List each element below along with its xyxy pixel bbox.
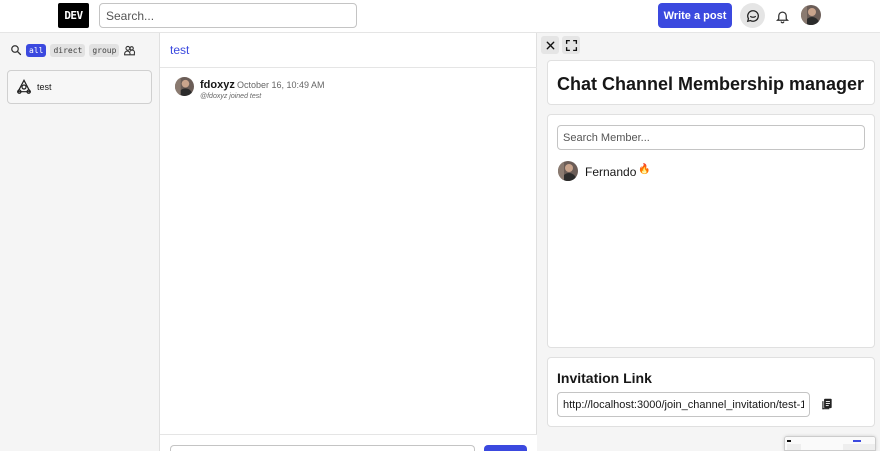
filter-group[interactable]: group bbox=[89, 43, 120, 57]
message-avatar[interactable] bbox=[175, 77, 194, 96]
channel-sidebar: all direct group test bbox=[0, 33, 160, 451]
invitation-card: Invitation Link bbox=[547, 357, 875, 427]
channel-name: test bbox=[37, 82, 52, 92]
invitation-title: Invitation Link bbox=[557, 370, 652, 386]
channel-filters: all direct group bbox=[10, 43, 136, 57]
write-post-button[interactable]: Write a post bbox=[658, 3, 732, 28]
expand-panel-button[interactable] bbox=[562, 36, 580, 54]
chat-area: test fdoxyz October 16, 10:49 AM @fdoxyz… bbox=[160, 33, 537, 451]
screenshot-thumbnail[interactable] bbox=[784, 436, 876, 451]
message-text: @fdoxyz joined test bbox=[200, 93, 262, 100]
member-name[interactable]: Fernando bbox=[585, 165, 636, 179]
channel-item-test[interactable]: test bbox=[7, 70, 152, 104]
filter-all[interactable]: all bbox=[26, 43, 47, 57]
copy-icon[interactable] bbox=[820, 397, 834, 411]
member-search-input[interactable] bbox=[557, 125, 865, 150]
user-avatar[interactable] bbox=[801, 5, 821, 25]
search-icon[interactable] bbox=[10, 44, 22, 56]
bell-icon bbox=[775, 11, 789, 23]
title-card: Chat Channel Membership manager bbox=[547, 60, 875, 105]
avatar-image-icon bbox=[558, 161, 578, 181]
search-input[interactable] bbox=[99, 3, 357, 28]
members-card: Fernando 🔥 bbox=[547, 114, 875, 348]
close-icon bbox=[546, 41, 554, 49]
channel-title[interactable]: test bbox=[170, 43, 189, 57]
fullscreen-icon bbox=[565, 39, 577, 51]
invitation-link-field[interactable] bbox=[557, 392, 810, 417]
membership-panel: Chat Channel Membership manager Fernando… bbox=[537, 33, 880, 451]
avatar-image-icon bbox=[175, 77, 194, 96]
fire-icon: 🔥 bbox=[638, 164, 651, 175]
chat-button[interactable] bbox=[740, 3, 765, 28]
message-input[interactable] bbox=[170, 445, 475, 451]
group-channel-icon bbox=[17, 79, 31, 94]
send-button[interactable] bbox=[484, 445, 527, 451]
close-panel-button[interactable] bbox=[541, 36, 559, 54]
dev-logo[interactable]: DEV bbox=[58, 3, 89, 28]
thumbnail-preview-icon bbox=[785, 437, 875, 450]
message-timestamp: October 16, 10:49 AM bbox=[237, 80, 325, 90]
users-icon[interactable] bbox=[123, 44, 136, 57]
divider bbox=[160, 67, 537, 68]
filter-direct[interactable]: direct bbox=[50, 43, 86, 57]
chat-composer-area bbox=[160, 434, 537, 451]
message-username[interactable]: fdoxyz bbox=[200, 79, 235, 91]
avatar-image-icon bbox=[801, 5, 821, 25]
chat-icon bbox=[746, 9, 759, 22]
panel-title: Chat Channel Membership manager bbox=[557, 74, 865, 94]
member-avatar[interactable] bbox=[558, 161, 578, 181]
notifications-button[interactable] bbox=[772, 6, 792, 26]
top-header: DEV Write a post bbox=[0, 0, 880, 33]
